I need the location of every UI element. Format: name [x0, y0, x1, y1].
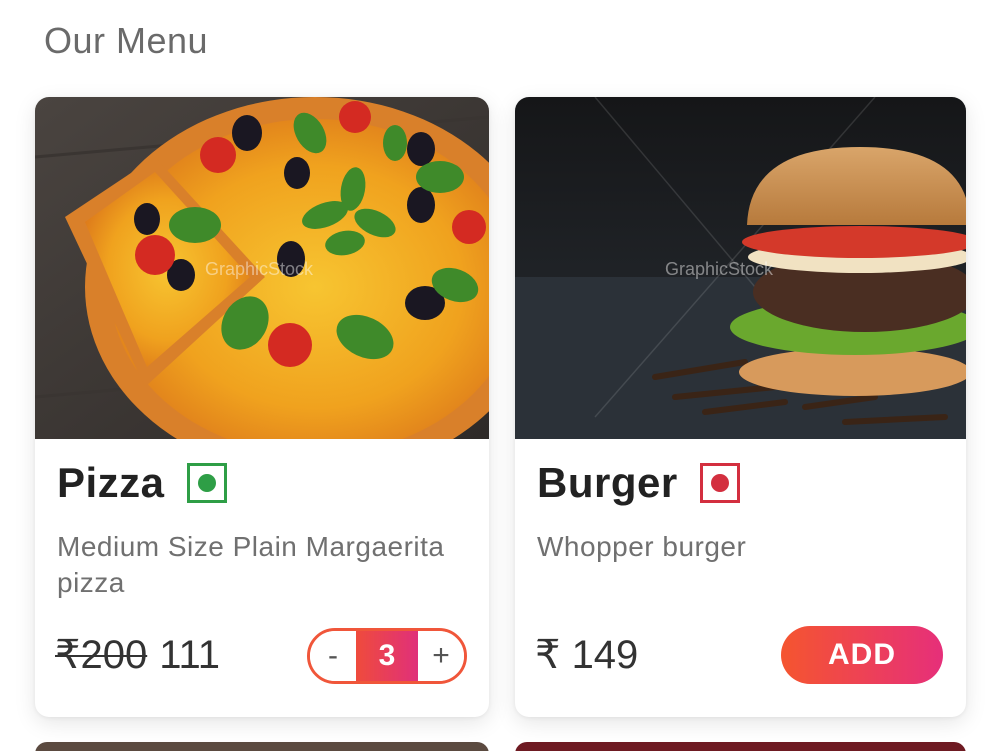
price-row: ₹200 111 [55, 632, 220, 678]
price-row: ₹ 149 [535, 632, 638, 678]
increment-button[interactable]: + [418, 631, 464, 681]
item-name: Pizza [57, 459, 165, 506]
item-description: Medium Size Plain Margaerita pizza [57, 531, 445, 598]
discounted-price: 111 [159, 633, 220, 677]
menu-card-pizza[interactable]: GraphicStock Pizza Medium Size Plain Mar… [35, 97, 489, 717]
item-price: ₹ 149 [535, 633, 639, 677]
pizza-name-row: Pizza [57, 459, 227, 507]
next-card-peek [35, 742, 489, 751]
quantity-value: 3 [356, 631, 418, 681]
pizza-image: GraphicStock [35, 97, 489, 439]
quantity-stepper: - 3 + [307, 628, 467, 684]
non-veg-mark-icon [699, 463, 740, 503]
original-price: ₹200 [55, 633, 148, 677]
burger-image: GraphicStock [515, 97, 966, 439]
menu-card-burger[interactable]: GraphicStock Burger Whopper burger ₹ 149… [515, 97, 966, 717]
menu-section-title: Our Menu [44, 20, 209, 61]
next-card-peek [515, 742, 966, 751]
pizza-watermark: GraphicStock [205, 259, 314, 279]
item-name: Burger [537, 459, 678, 506]
decrement-button[interactable]: - [310, 631, 356, 681]
add-button[interactable]: ADD [781, 626, 943, 684]
burger-name-row: Burger [537, 459, 740, 507]
burger-watermark: GraphicStock [665, 259, 774, 279]
veg-mark-icon [186, 463, 227, 503]
item-description: Whopper burger [537, 531, 747, 562]
